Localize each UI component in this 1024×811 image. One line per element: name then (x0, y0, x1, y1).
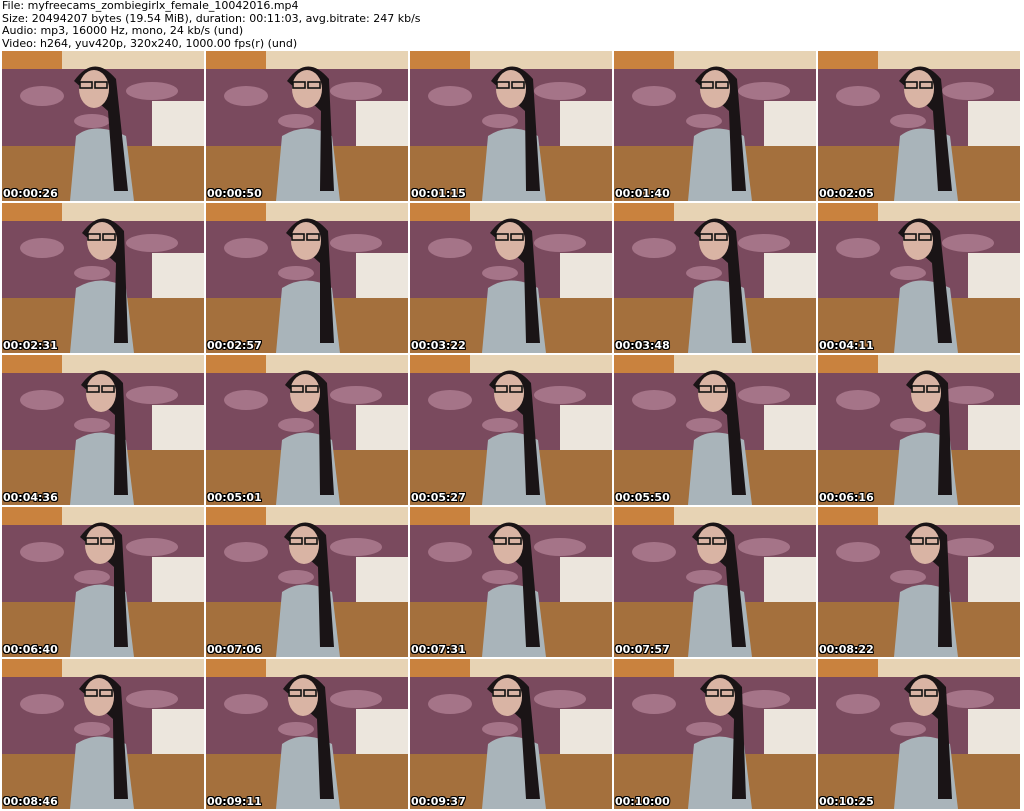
frame-timestamp: 00:05:01 (207, 491, 262, 504)
frame-image (206, 355, 408, 505)
video-frame-thumbnail: 00:08:22 (818, 507, 1020, 657)
video-frame-thumbnail: 00:09:11 (206, 659, 408, 809)
frame-image (206, 51, 408, 201)
frame-image (818, 507, 1020, 657)
video-info-line: Video: h264, yuv420p, 320x240, 1000.00 f… (2, 37, 298, 50)
frame-timestamp: 00:04:11 (819, 339, 874, 352)
frame-timestamp: 00:07:06 (207, 643, 262, 656)
video-frame-thumbnail: 00:06:40 (2, 507, 204, 657)
video-frame-thumbnail: 00:01:15 (410, 51, 612, 201)
video-frame-thumbnail: 00:09:37 (410, 659, 612, 809)
frame-image (2, 203, 204, 353)
frame-timestamp: 00:07:31 (411, 643, 466, 656)
frame-image (2, 659, 204, 809)
frame-timestamp: 00:02:57 (207, 339, 262, 352)
video-frame-thumbnail: 00:05:27 (410, 355, 612, 505)
frame-timestamp: 00:03:22 (411, 339, 466, 352)
frame-image (818, 355, 1020, 505)
size-info-line: Size: 20494207 bytes (19.54 MiB), durati… (2, 12, 421, 25)
video-frame-thumbnail: 00:03:22 (410, 203, 612, 353)
frame-image (410, 51, 612, 201)
video-frame-thumbnail: 00:02:31 (2, 203, 204, 353)
file-info-line: File: myfreecams_zombiegirlx_female_1004… (2, 0, 299, 12)
video-frame-thumbnail: 00:07:31 (410, 507, 612, 657)
frame-image (614, 355, 816, 505)
frame-image (614, 659, 816, 809)
frame-image (2, 355, 204, 505)
frame-timestamp: 00:09:37 (411, 795, 466, 808)
frame-timestamp: 00:10:25 (819, 795, 874, 808)
frame-image (206, 203, 408, 353)
video-frame-thumbnail: 00:04:11 (818, 203, 1020, 353)
contact-sheet-header: File: myfreecams_zombiegirlx_female_1004… (2, 0, 1022, 50)
frame-timestamp: 00:00:50 (207, 187, 262, 200)
video-frame-thumbnail: 00:07:06 (206, 507, 408, 657)
frame-image (2, 51, 204, 201)
frame-image (410, 203, 612, 353)
frame-timestamp: 00:09:11 (207, 795, 262, 808)
video-frame-thumbnail: 00:05:50 (614, 355, 816, 505)
frame-timestamp: 00:05:50 (615, 491, 670, 504)
video-frame-thumbnail: 00:01:40 (614, 51, 816, 201)
frame-image (818, 659, 1020, 809)
frame-timestamp: 00:02:05 (819, 187, 874, 200)
video-frame-thumbnail: 00:03:48 (614, 203, 816, 353)
thumbnail-grid: 00:00:26 00:00:50 00:01:15 00:01:40 00:02:05… (2, 51, 1024, 811)
frame-timestamp: 00:08:46 (3, 795, 58, 808)
audio-info-line: Audio: mp3, 16000 Hz, mono, 24 kb/s (und… (2, 25, 244, 37)
frame-timestamp: 00:05:27 (411, 491, 466, 504)
video-frame-thumbnail: 00:08:46 (2, 659, 204, 809)
frame-timestamp: 00:10:00 (615, 795, 670, 808)
frame-timestamp: 00:01:15 (411, 187, 466, 200)
frame-image (614, 51, 816, 201)
frame-timestamp: 00:06:16 (819, 491, 874, 504)
frame-timestamp: 00:01:40 (615, 187, 670, 200)
frame-image (206, 507, 408, 657)
video-frame-thumbnail: 00:10:00 (614, 659, 816, 809)
frame-image (614, 507, 816, 657)
frame-image (818, 51, 1020, 201)
frame-timestamp: 00:00:26 (3, 187, 58, 200)
video-frame-thumbnail: 00:05:01 (206, 355, 408, 505)
frame-timestamp: 00:03:48 (615, 339, 670, 352)
frame-timestamp: 00:02:31 (3, 339, 58, 352)
frame-timestamp: 00:04:36 (3, 491, 58, 504)
frame-image (614, 203, 816, 353)
video-frame-thumbnail: 00:00:26 (2, 51, 204, 201)
video-frame-thumbnail: 00:02:57 (206, 203, 408, 353)
frame-image (410, 659, 612, 809)
frame-timestamp: 00:08:22 (819, 643, 874, 656)
frame-image (818, 203, 1020, 353)
frame-image (206, 659, 408, 809)
frame-image (2, 507, 204, 657)
frame-timestamp: 00:06:40 (3, 643, 58, 656)
frame-image (410, 355, 612, 505)
video-frame-thumbnail: 00:04:36 (2, 355, 204, 505)
video-frame-thumbnail: 00:07:57 (614, 507, 816, 657)
video-frame-thumbnail: 00:06:16 (818, 355, 1020, 505)
video-frame-thumbnail: 00:10:25 (818, 659, 1020, 809)
frame-timestamp: 00:07:57 (615, 643, 670, 656)
video-frame-thumbnail: 00:02:05 (818, 51, 1020, 201)
video-frame-thumbnail: 00:00:50 (206, 51, 408, 201)
frame-image (410, 507, 612, 657)
